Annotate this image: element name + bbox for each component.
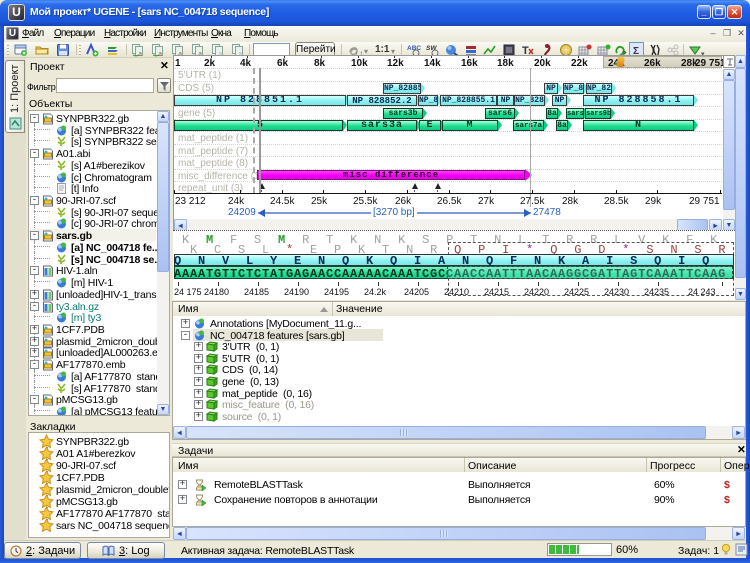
svg-text:SW: SW: [426, 45, 437, 52]
